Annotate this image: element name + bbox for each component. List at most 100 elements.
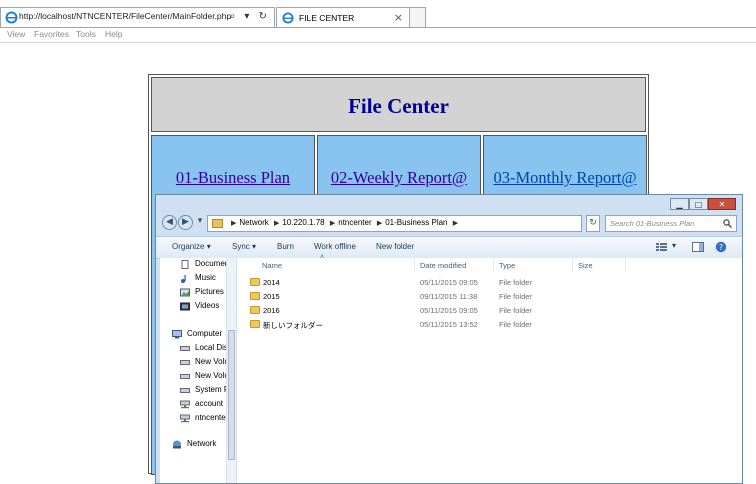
file-type: File folder: [499, 292, 532, 301]
preview-pane-icon[interactable]: [691, 241, 705, 253]
forward-button[interactable]: ▶: [178, 215, 193, 230]
explorer-window: ▁ □ ✕ ◀ ▶ ▾ ▶ Network ▶ 10.220.1.78 ▶ ntnce…: [155, 194, 743, 484]
window-controls: ▁ □ ✕: [670, 198, 736, 211]
crumb-network[interactable]: Network: [239, 218, 268, 227]
file-row[interactable]: 新しいフォルダー 05/11/2015 13:52 File folder: [237, 318, 742, 331]
nav-item-network[interactable]: Network: [152, 438, 228, 451]
new-tab-button[interactable]: [410, 7, 426, 28]
nav-scrollbar[interactable]: [226, 258, 236, 483]
crumb-host[interactable]: 10.220.1.78: [282, 218, 324, 227]
nav-item-computer[interactable]: Computer: [152, 328, 228, 341]
chevron-down-icon[interactable]: ▾: [672, 241, 676, 250]
navigation-row: ◀ ▶ ▾ ▶ Network ▶ 10.220.1.78 ▶ ntncenter ▶…: [156, 213, 742, 235]
maximize-button[interactable]: □: [689, 198, 708, 210]
nav-item-new-volume[interactable]: New Volume: [160, 370, 236, 383]
nav-label: Network: [187, 439, 217, 448]
videos-icon: [180, 302, 190, 311]
network-icon: [173, 440, 181, 449]
music-icon: [181, 275, 186, 283]
back-button[interactable]: ◀: [162, 215, 177, 230]
crumb-share[interactable]: ntncenter: [338, 218, 371, 227]
menu-help[interactable]: Help: [105, 29, 122, 39]
column-name[interactable]: Name: [262, 261, 282, 275]
command-bar: Organize ▾ Sync ▾ Burn Work offline New …: [156, 236, 742, 259]
ie-logo-icon: [5, 11, 18, 24]
search-input[interactable]: Search 01-Business Plan: [605, 215, 737, 232]
nav-item-videos[interactable]: Videos: [160, 300, 236, 313]
folder-icon: [250, 306, 260, 314]
breadcrumb[interactable]: ▶ Network ▶ 10.220.1.78 ▶ ntncenter ▶ 01-Bus…: [207, 215, 582, 232]
burn-button[interactable]: Burn: [277, 242, 294, 251]
ie-logo-icon: [282, 12, 294, 24]
network-drive-icon: [180, 400, 190, 409]
file-type: File folder: [499, 306, 532, 315]
svg-text:?: ?: [719, 243, 723, 252]
work-offline-button[interactable]: Work offline: [314, 242, 356, 251]
nav-item-local-disk[interactable]: Local Disk: [160, 342, 236, 355]
nav-item-new-volume[interactable]: New Volume: [160, 356, 236, 369]
nav-label: account: [195, 399, 224, 408]
column-divider[interactable]: [572, 258, 573, 272]
drive-icon: [180, 346, 190, 351]
link-weekly-report[interactable]: 02-Weekly Report@: [318, 168, 480, 188]
documents-icon: [181, 260, 189, 269]
file-type: File folder: [499, 320, 532, 329]
file-type: File folder: [499, 278, 532, 287]
column-divider[interactable]: [414, 258, 415, 272]
crumb-folder[interactable]: 01-Business Plan: [385, 218, 447, 227]
refresh-button[interactable]: ↻: [586, 215, 600, 232]
organize-button[interactable]: Organize ▾: [172, 242, 211, 251]
search-icon[interactable]: [723, 219, 732, 228]
sync-button[interactable]: Sync ▾: [232, 242, 256, 251]
nav-label: Documents: [195, 259, 227, 268]
column-divider[interactable]: [493, 258, 494, 272]
file-date: 05/11/2015 09:05: [420, 306, 478, 315]
file-row[interactable]: 2014 05/11/2015 09:05 File folder: [237, 276, 742, 289]
menu-favorites[interactable]: Favorites: [34, 29, 69, 39]
help-icon[interactable]: ?: [714, 241, 728, 253]
link-business-plan[interactable]: 01-Business Plan: [152, 168, 314, 188]
nav-item-ntncenter[interactable]: ntncenter: [160, 412, 236, 425]
close-button[interactable]: ✕: [708, 198, 736, 210]
column-size[interactable]: Size: [578, 261, 593, 275]
link-monthly-report[interactable]: 03-Monthly Report@: [484, 168, 646, 188]
sync-label: Sync: [232, 242, 250, 251]
file-row[interactable]: 2015 09/11/2015 11:38 File folder: [237, 290, 742, 303]
file-row[interactable]: 2016 05/11/2015 09:05 File folder: [237, 304, 742, 317]
header-cell: File Center: [151, 77, 646, 132]
folder-icon: [212, 219, 223, 228]
address-bar[interactable]: http://localhost/NTNCENTER/FileCenter/Ma…: [0, 7, 275, 28]
address-controls[interactable]: ⌕ ▾ ↻: [230, 11, 270, 22]
nav-item-pictures[interactable]: Pictures: [160, 286, 236, 299]
view-options-icon[interactable]: [655, 241, 669, 253]
computer-icon: [172, 330, 182, 339]
nav-item-music[interactable]: Music: [160, 272, 236, 285]
nav-label: Computer: [187, 329, 223, 338]
folder-icon: [250, 320, 260, 328]
nav-item-account[interactable]: account: [160, 398, 236, 411]
address-url[interactable]: http://localhost/NTNCENTER/FileCenter/Ma…: [19, 11, 231, 21]
column-type[interactable]: Type: [499, 261, 515, 275]
menu-bar: View Favorites Tools Help: [0, 28, 756, 43]
nav-label: Pictures: [195, 287, 224, 296]
tab-file-center[interactable]: FILE CENTER ×: [276, 7, 410, 28]
recent-pages-icon[interactable]: ▾: [196, 215, 204, 230]
scroll-thumb[interactable]: [228, 330, 235, 460]
close-icon[interactable]: ×: [394, 11, 403, 24]
menu-view[interactable]: View: [7, 29, 25, 39]
column-divider[interactable]: [625, 258, 626, 272]
new-folder-button[interactable]: New folder: [376, 242, 414, 251]
nav-label: New Volume: [195, 357, 227, 366]
nav-label: System Reserved: [195, 385, 227, 394]
network-drive-icon: [180, 414, 190, 423]
minimize-button[interactable]: ▁: [670, 198, 689, 210]
file-name: 新しいフォルダー: [263, 321, 323, 330]
folder-icon: [250, 278, 260, 286]
drive-icon: [180, 374, 190, 379]
nav-item-documents[interactable]: Documents: [160, 258, 236, 271]
search-placeholder: Search 01-Business Plan: [610, 219, 695, 228]
menu-tools[interactable]: Tools: [76, 29, 96, 39]
folder-icon: [250, 292, 260, 300]
column-date-modified[interactable]: Date modified: [420, 261, 466, 275]
nav-item-system-reserved[interactable]: System Reserved: [160, 384, 236, 397]
